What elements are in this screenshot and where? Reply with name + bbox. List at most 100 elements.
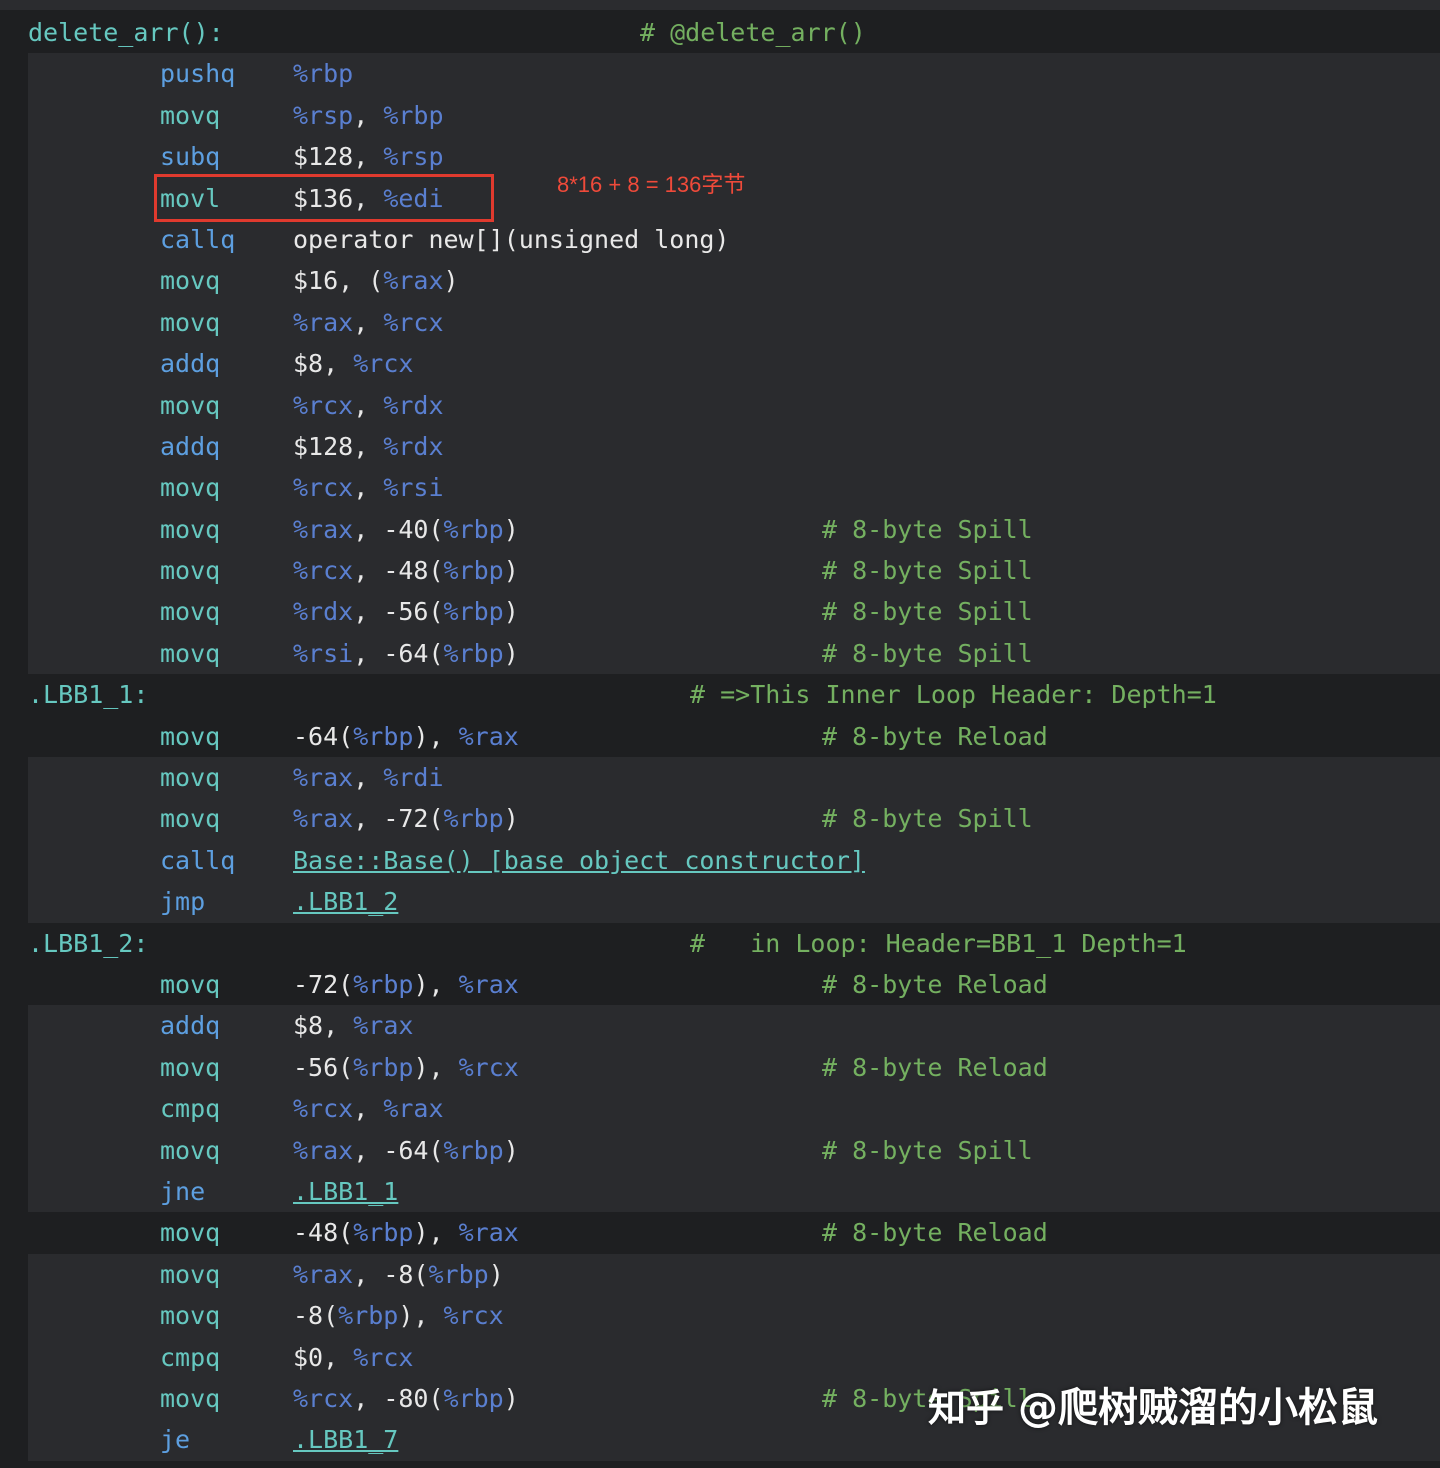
mnemonic: cmpq (160, 1094, 221, 1124)
function-label-line: delete_arr(): # @delete_arr() (0, 12, 1440, 54)
operands: %rdx, -56(%rbp) (293, 597, 519, 627)
gutter (0, 136, 28, 178)
gutter (0, 1419, 28, 1461)
operands: $8, %rax (293, 1011, 414, 1041)
top-strip (0, 0, 1440, 10)
mnemonic: movq (160, 556, 221, 586)
code-line: movq -48(%rbp), %rax # 8-byte Reload (0, 1212, 1440, 1254)
function-comment: # @delete_arr() (640, 18, 866, 47)
line-comment: # 8-byte Reload (822, 969, 1048, 999)
watermark-brand: 知乎 (928, 1386, 1005, 1430)
gutter (0, 798, 28, 840)
operands: %rax, %rdi (293, 763, 444, 793)
block-label[interactable]: .LBB1_2: (28, 923, 148, 964)
code-line: addq $128, %rdx (0, 425, 1440, 468)
operand-link[interactable]: Base::Base() [base object constructor] (293, 840, 865, 881)
annotation-text: 8*16 + 8 = 136字节 (557, 172, 746, 197)
gutter (0, 1129, 28, 1171)
gutter (0, 1170, 28, 1213)
line-comment: # 8-byte Spill (822, 804, 1033, 834)
code-line: movq %rcx, %rdx (0, 384, 1440, 426)
operands: %rcx, %rsi (293, 473, 444, 503)
mnemonic: movq (160, 763, 221, 793)
mnemonic: movq (160, 514, 221, 544)
block-label[interactable]: .LBB1_1: (28, 674, 148, 715)
operands: %rax, -8(%rbp) (293, 1259, 504, 1289)
gutter (0, 94, 28, 137)
mnemonic: movq (160, 1259, 221, 1289)
code-line: movq %rsp, %rbp (0, 94, 1440, 137)
code-line: jmp .LBB1_2 (0, 881, 1440, 923)
function-label[interactable]: delete_arr(): (28, 12, 224, 53)
operands: $8, %rcx (293, 349, 414, 379)
loop-comment: # =>This Inner Loop Header: Depth=1 (690, 680, 1217, 710)
operand-link[interactable]: .LBB1_1 (293, 1171, 398, 1212)
mnemonic: movq (160, 390, 221, 420)
operands: %rcx, %rdx (293, 390, 444, 420)
operands: %rcx, %rax (293, 1094, 444, 1124)
line-comment: # 8-byte Spill (822, 638, 1033, 668)
gutter (0, 715, 28, 758)
operands: %rax, %rcx (293, 307, 444, 337)
gutter (0, 1046, 28, 1089)
code-line: callq operator new[](unsigned long) (0, 218, 1440, 261)
mnemonic: cmpq (160, 1342, 221, 1372)
operands: -8(%rbp), %rcx (293, 1301, 504, 1331)
operands: %rax, -64(%rbp) (293, 1135, 519, 1165)
gutter (0, 301, 28, 344)
gutter (0, 218, 28, 261)
code-line: jne .LBB1_1 (0, 1170, 1440, 1213)
code-line: addq $8, %rcx (0, 343, 1440, 385)
gutter (0, 881, 28, 923)
mnemonic: je (160, 1425, 191, 1455)
gutter (0, 757, 28, 799)
operand-link[interactable]: .LBB1_2 (293, 881, 398, 922)
operands: %rcx, -80(%rbp) (293, 1383, 519, 1413)
code-lines: pushq %rbp movq %rsp, %rbp subq $128, %rsp mov… (0, 53, 1440, 1461)
mnemonic: movq (160, 1052, 221, 1082)
code-line: movq %rcx, -48(%rbp) # 8-byte Spill (0, 550, 1440, 592)
code-line: movq %rax, -40(%rbp) # 8-byte Spill (0, 508, 1440, 551)
operands: -56(%rbp), %rcx (293, 1052, 519, 1082)
line-comment: # 8-byte Spill (822, 514, 1033, 544)
line-comment: # 8-byte Spill (822, 1135, 1033, 1165)
gutter (0, 1377, 28, 1420)
mnemonic: movq (160, 638, 221, 668)
operands: -64(%rbp), %rax (293, 721, 519, 751)
mnemonic: subq (160, 142, 221, 172)
mnemonic: movq (160, 597, 221, 627)
line-comment: # 8-byte Reload (822, 1218, 1048, 1248)
mnemonic: callq (160, 224, 236, 254)
code-line: movq %rax, -8(%rbp) (0, 1253, 1440, 1296)
gutter (0, 550, 28, 592)
operands: %rax, -40(%rbp) (293, 514, 519, 544)
code-line: movq %rsi, -64(%rbp) # 8-byte Spill (0, 632, 1440, 675)
watermark: 知乎 @爬树贼溜的小松鼠 (928, 1380, 1378, 1436)
mnemonic: addq (160, 1011, 221, 1041)
gutter (0, 1253, 28, 1296)
mnemonic: movq (160, 721, 221, 751)
operand-link[interactable]: .LBB1_7 (293, 1419, 398, 1460)
mnemonic: callq (160, 845, 236, 875)
gutter (0, 1212, 28, 1254)
mnemonic: movq (160, 266, 221, 296)
mnemonic: movq (160, 1383, 221, 1413)
operands: %rbp (293, 59, 354, 89)
gutter (0, 53, 28, 95)
code-line: movq %rdx, -56(%rbp) # 8-byte Spill (0, 591, 1440, 633)
highlight-box (154, 174, 494, 222)
operands: -72(%rbp), %rax (293, 969, 519, 999)
operands: %rcx, -48(%rbp) (293, 556, 519, 586)
gutter (0, 508, 28, 551)
code-line: callq Base::Base() [base object construct… (0, 839, 1440, 882)
gutter (0, 963, 28, 1006)
mnemonic: movq (160, 307, 221, 337)
mnemonic: movq (160, 473, 221, 503)
operands: %rsp, %rbp (293, 100, 444, 130)
code-line: movq %rax, %rcx (0, 301, 1440, 344)
operands: $128, %rdx (293, 431, 444, 461)
operands: $0, %rcx (293, 1342, 414, 1372)
gutter (0, 343, 28, 385)
gutter (0, 591, 28, 633)
operands: operator new[](unsigned long) (293, 224, 730, 254)
